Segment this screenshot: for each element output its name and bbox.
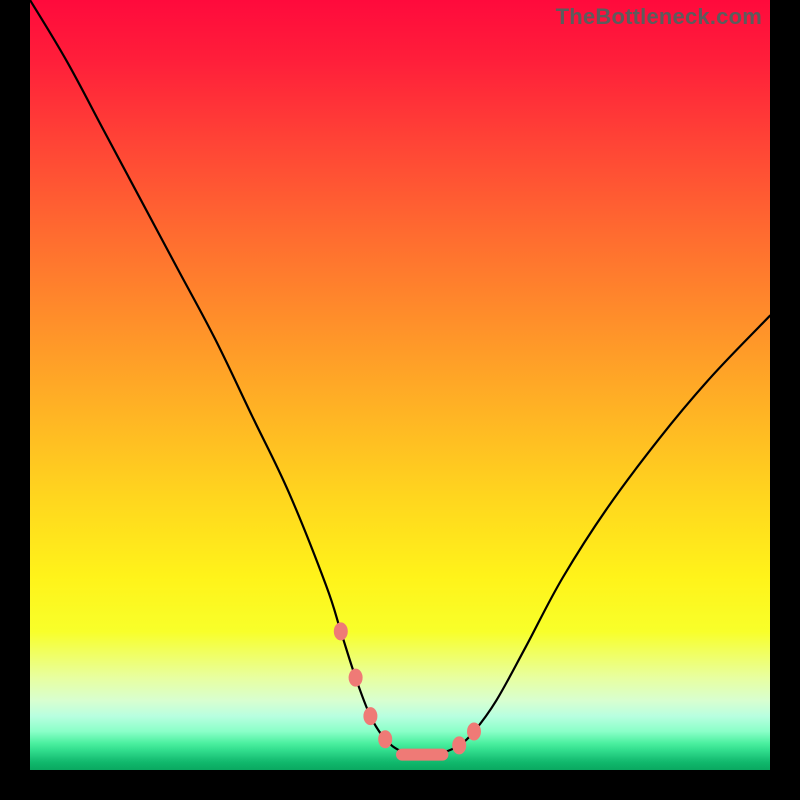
curve-path-group xyxy=(30,0,770,755)
bottleneck-curve xyxy=(30,0,770,770)
highlight-dot xyxy=(378,730,392,748)
highlight-dot xyxy=(349,669,363,687)
highlight-dot xyxy=(363,707,377,725)
chart-frame: TheBottleneck.com xyxy=(0,0,800,800)
highlight-dot xyxy=(452,736,466,754)
highlight-dot xyxy=(467,723,481,741)
plot-area: TheBottleneck.com xyxy=(30,0,770,770)
trough-bar xyxy=(396,749,448,761)
highlight-dot xyxy=(334,622,348,640)
highlight-markers xyxy=(334,622,481,760)
curve-path xyxy=(30,0,770,755)
